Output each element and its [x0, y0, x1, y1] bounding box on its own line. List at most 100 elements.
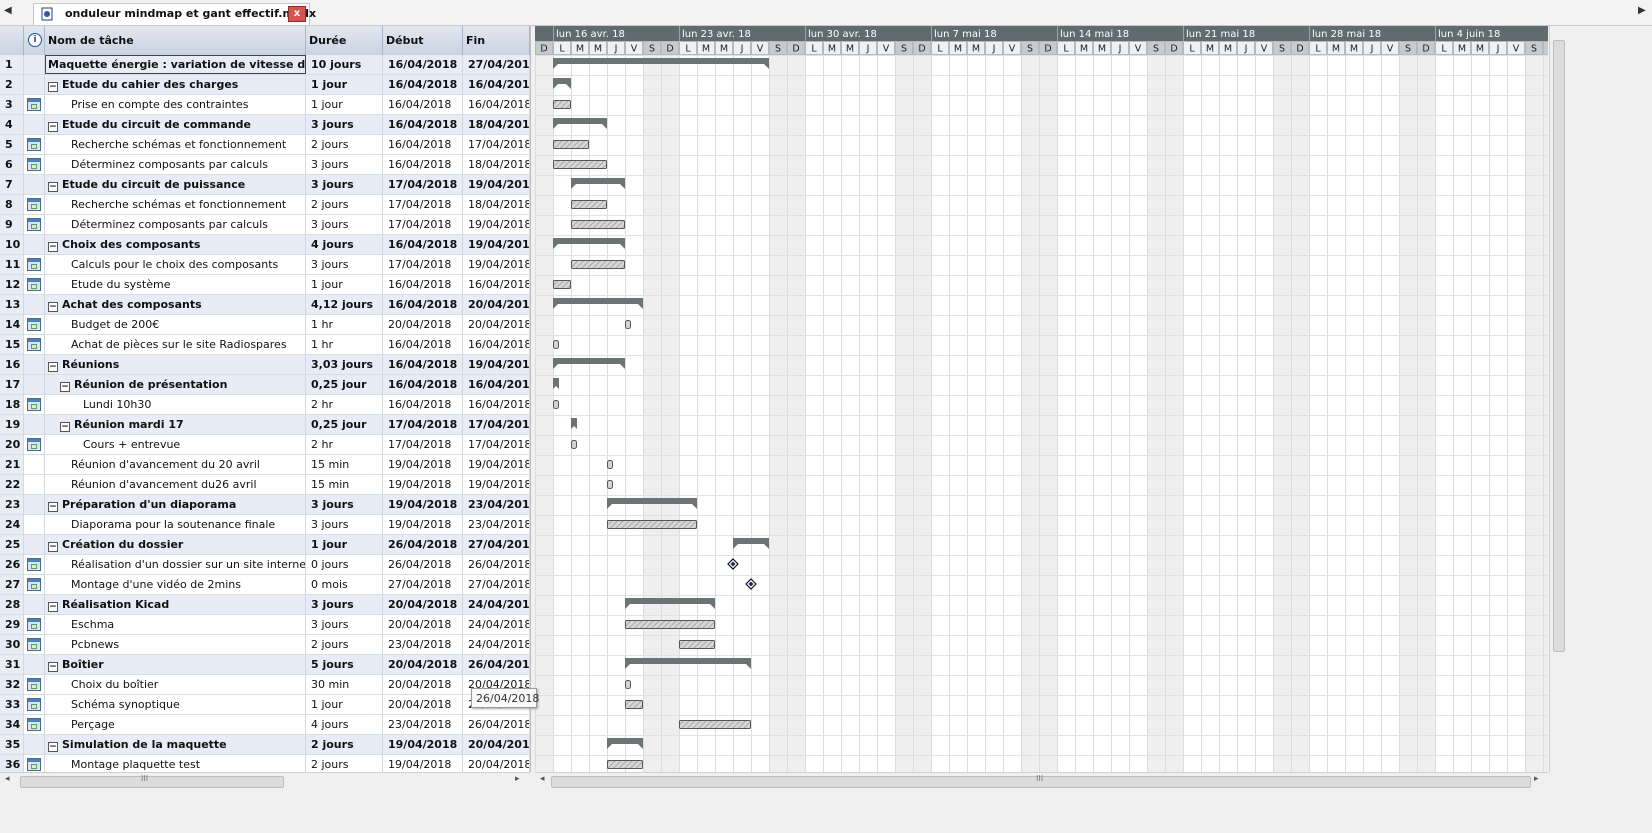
collapse-toggle-icon[interactable]: −: [48, 82, 58, 92]
duration-cell[interactable]: 3 jours: [306, 115, 383, 134]
duration-cell[interactable]: 1 hr: [306, 335, 383, 354]
duration-cell[interactable]: 4 jours: [306, 235, 383, 254]
start-cell[interactable]: 16/04/2018: [383, 95, 463, 114]
calendar-icon[interactable]: [27, 758, 41, 771]
start-cell[interactable]: 17/04/2018: [383, 175, 463, 194]
table-row[interactable]: 19− Réunion mardi 17 0,25 jour 17/04/2018 17…: [0, 415, 530, 435]
table-row[interactable]: 15 Achat de pièces sur le site Radiospare…: [0, 335, 530, 355]
task-name-cell[interactable]: − Réunions: [45, 355, 306, 374]
start-cell[interactable]: 20/04/2018: [383, 675, 463, 694]
end-cell[interactable]: 23/04/2018: [463, 515, 530, 534]
calendar-icon[interactable]: [27, 218, 41, 231]
start-cell[interactable]: 17/04/2018: [383, 415, 463, 434]
start-cell[interactable]: 20/04/2018: [383, 615, 463, 634]
start-cell[interactable]: 16/04/2018: [383, 55, 463, 74]
duration-cell[interactable]: 3 jours: [306, 255, 383, 274]
collapse-toggle-icon[interactable]: −: [48, 242, 58, 252]
row-id[interactable]: 26: [0, 555, 24, 574]
start-cell[interactable]: 17/04/2018: [383, 215, 463, 234]
table-row[interactable]: 33Schéma synoptique1 jour20/04/201820/04…: [0, 695, 530, 715]
end-cell[interactable]: 20/04/2018: [463, 295, 530, 314]
start-cell[interactable]: 19/04/2018: [383, 735, 463, 754]
gantt-chart[interactable]: lun 16 avr. 18 lun 23 avr. 18 lun 30 avr. …: [535, 26, 1548, 772]
table-row[interactable]: 34 Perçage 4 jours 23/04/2018 26/04/2018: [0, 715, 530, 735]
task-name-cell[interactable]: Etude du système: [45, 275, 306, 294]
duration-cell[interactable]: 1 jour: [306, 75, 383, 94]
end-cell[interactable]: 16/04/2018: [463, 275, 530, 294]
header-end[interactable]: Fin: [463, 26, 530, 55]
chart-horizontal-scrollbar[interactable]: ◂ III ▸: [535, 772, 1548, 789]
start-cell[interactable]: 17/04/2018: [383, 195, 463, 214]
task-name-cell[interactable]: − Etude du circuit de commande: [45, 115, 306, 134]
end-cell[interactable]: 18/04/2018: [463, 195, 530, 214]
duration-cell[interactable]: 2 jours: [306, 735, 383, 754]
row-id[interactable]: 30: [0, 635, 24, 654]
duration-cell[interactable]: 2 hr: [306, 395, 383, 414]
task-name-cell[interactable]: − Réunion mardi 17: [45, 415, 306, 434]
table-row[interactable]: 23− Préparation d'un diaporama 3 jours 19/0…: [0, 495, 530, 515]
table-row[interactable]: 22 Réunion d'avancement du26 avril 15 min 1…: [0, 475, 530, 495]
task-name-cell[interactable]: Réunion d'avancement du 20 avril: [45, 455, 306, 474]
duration-cell[interactable]: 3,03 jours: [306, 355, 383, 374]
end-cell[interactable]: 16/04/2018: [463, 375, 530, 394]
end-cell[interactable]: 19/04/2018: [463, 235, 530, 254]
start-cell[interactable]: 23/04/2018: [383, 635, 463, 654]
row-id[interactable]: 18: [0, 395, 24, 414]
row-id[interactable]: 35: [0, 735, 24, 754]
calendar-icon[interactable]: [27, 138, 41, 151]
end-cell[interactable]: 18/04/2018: [463, 155, 530, 174]
task-name-cell[interactable]: Achat de pièces sur le site Radiospares: [45, 335, 306, 354]
task-name-cell[interactable]: Réalisation d'un dossier sur un site int…: [45, 555, 306, 574]
start-cell[interactable]: 26/04/2018: [383, 535, 463, 554]
task-name-cell[interactable]: Cours + entrevue: [45, 435, 306, 454]
task-name-cell[interactable]: Schéma synoptique: [45, 695, 306, 714]
table-row[interactable]: 30 Pcbnews 2 jours 23/04/2018 24/04/2018: [0, 635, 530, 655]
collapse-toggle-icon[interactable]: −: [48, 182, 58, 192]
row-id[interactable]: 23: [0, 495, 24, 514]
task-name-cell[interactable]: Pcbnews: [45, 635, 306, 654]
collapse-toggle-icon[interactable]: −: [48, 602, 58, 612]
task-name-cell[interactable]: Maquette énergie : variation de vitesse …: [45, 55, 306, 74]
end-cell[interactable]: 20/04/2018: [463, 755, 530, 772]
calendar-icon[interactable]: [27, 318, 41, 331]
table-row[interactable]: 28− Réalisation Kicad 3 jours 20/04/2018 24/…: [0, 595, 530, 615]
duration-cell[interactable]: 4,12 jours: [306, 295, 383, 314]
task-name-cell[interactable]: − Boîtier: [45, 655, 306, 674]
table-row[interactable]: 25− Création du dossier 1 jour 26/04/2018 27…: [0, 535, 530, 555]
start-cell[interactable]: 16/04/2018: [383, 115, 463, 134]
start-cell[interactable]: 16/04/2018: [383, 75, 463, 94]
table-row[interactable]: 26 Réalisation d'un dossier sur un site i…: [0, 555, 530, 575]
start-cell[interactable]: 16/04/2018: [383, 375, 463, 394]
table-row[interactable]: 18 Lundi 10h30 2 hr 16/04/2018 16/04/2018: [0, 395, 530, 415]
row-id[interactable]: 7: [0, 175, 24, 194]
row-id[interactable]: 25: [0, 535, 24, 554]
row-id[interactable]: 31: [0, 655, 24, 674]
table-row[interactable]: 4− Etude du circuit de commande 3 jours 16/…: [0, 115, 530, 135]
end-cell[interactable]: 16/04/2018: [463, 75, 530, 94]
end-cell[interactable]: 17/04/2018: [463, 435, 530, 454]
duration-cell[interactable]: 2 hr: [306, 435, 383, 454]
end-cell[interactable]: 16/04/2018: [463, 335, 530, 354]
tab-scroll-right-icon[interactable]: ▶: [1638, 5, 1646, 16]
table-row[interactable]: 31−Boîtier5 jours20/04/201826/04/2018: [0, 655, 530, 675]
end-cell[interactable]: 17/04/2018: [463, 135, 530, 154]
duration-cell[interactable]: 3 jours: [306, 155, 383, 174]
row-id[interactable]: 2: [0, 75, 24, 94]
end-cell[interactable]: 26/04/2018: [463, 655, 530, 674]
table-row[interactable]: 11 Calculs pour le choix des composants 3 …: [0, 255, 530, 275]
calendar-icon[interactable]: [27, 698, 41, 711]
calendar-icon[interactable]: [27, 398, 41, 411]
task-name-cell[interactable]: Réunion d'avancement du26 avril: [45, 475, 306, 494]
close-tab-button[interactable]: x: [288, 6, 306, 22]
end-cell[interactable]: 27/04/2018: [463, 535, 530, 554]
duration-cell[interactable]: 1 jour: [306, 695, 383, 714]
task-name-cell[interactable]: − Choix des composants: [45, 235, 306, 254]
task-name-cell[interactable]: Montage d'une vidéo de 2mins: [45, 575, 306, 594]
row-id[interactable]: 29: [0, 615, 24, 634]
row-id[interactable]: 11: [0, 255, 24, 274]
calendar-icon[interactable]: [27, 678, 41, 691]
end-cell[interactable]: 19/04/2018: [463, 475, 530, 494]
duration-cell[interactable]: 5 jours: [306, 655, 383, 674]
task-name-cell[interactable]: Perçage: [45, 715, 306, 734]
row-id[interactable]: 32: [0, 675, 24, 694]
